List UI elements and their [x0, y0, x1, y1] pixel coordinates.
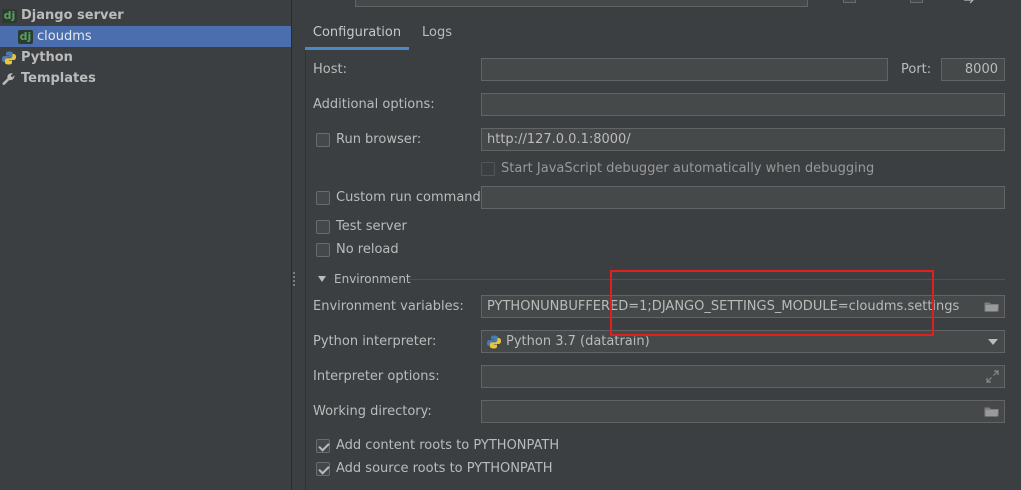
content-roots-label: Add content roots to PYTHONPATH	[336, 438, 560, 453]
django-icon: dj	[18, 29, 33, 44]
interpreter-value: Python 3.7 (datatrain)	[506, 334, 650, 349]
tab-logs[interactable]: Logs	[409, 20, 465, 50]
config-name-field[interactable]	[355, 0, 808, 7]
arrow-icon	[964, 0, 974, 4]
working-dir-label: Working directory:	[313, 404, 432, 419]
single-instance-checkbox[interactable]	[910, 0, 923, 3]
python-icon	[487, 335, 501, 349]
tree-item-python[interactable]: Python	[0, 47, 291, 68]
share-checkbox[interactable]	[843, 0, 856, 3]
tree-item-cloudms[interactable]: dj cloudms	[0, 26, 291, 47]
no-reload-checkbox[interactable]	[316, 243, 330, 257]
working-dir-input[interactable]	[481, 400, 1005, 423]
js-debugger-label: Start JavaScript debugger automatically …	[501, 161, 875, 176]
expand-icon[interactable]	[986, 370, 999, 383]
splitter-grip[interactable]	[293, 272, 296, 288]
chevron-down-icon	[988, 339, 998, 345]
source-roots-checkbox[interactable]	[316, 462, 330, 476]
run-browser-label: Run browser:	[336, 132, 422, 147]
host-label: Host:	[313, 62, 347, 77]
folder-icon[interactable]	[984, 406, 999, 417]
content-roots-checkbox[interactable]	[316, 439, 330, 453]
interpreter-options-input[interactable]	[481, 365, 1005, 388]
custom-run-input[interactable]	[481, 186, 1005, 209]
run-browser-checkbox[interactable]	[316, 133, 330, 147]
tree-item-label: Django server	[21, 8, 124, 23]
source-roots-label: Add source roots to PYTHONPATH	[336, 461, 553, 476]
host-input[interactable]	[481, 58, 888, 81]
collapse-arrow-icon[interactable]	[318, 276, 326, 282]
python-icon	[2, 51, 16, 64]
test-server-label: Test server	[336, 219, 407, 234]
env-vars-label: Environment variables:	[313, 299, 464, 314]
tree-item-label: Python	[21, 50, 73, 65]
wrench-icon	[2, 72, 15, 85]
custom-run-checkbox[interactable]	[316, 191, 330, 205]
run-config-tree: dj Django server dj cloudms Python Templ…	[0, 0, 291, 490]
tree-item-label: cloudms	[37, 29, 92, 44]
no-reload-label: No reload	[336, 242, 399, 257]
js-debugger-checkbox[interactable]	[481, 162, 495, 176]
run-browser-url-input[interactable]: http://127.0.0.1:8000/	[481, 128, 1005, 151]
django-icon: dj	[2, 8, 17, 23]
test-server-checkbox[interactable]	[316, 220, 330, 234]
highlight-box	[610, 270, 934, 336]
environment-section-label[interactable]: Environment	[334, 272, 411, 286]
tree-item-django-server[interactable]: dj Django server	[0, 5, 291, 26]
splitter[interactable]	[291, 0, 292, 490]
folder-icon[interactable]	[984, 301, 999, 312]
tree-item-label: Templates	[21, 71, 96, 86]
port-input[interactable]: 8000	[941, 58, 1005, 81]
additional-options-label: Additional options:	[313, 97, 435, 112]
additional-options-input[interactable]	[481, 93, 1005, 116]
custom-run-label: Custom run command:	[336, 190, 486, 205]
interpreter-label: Python interpreter:	[313, 334, 437, 349]
interpreter-options-label: Interpreter options:	[313, 369, 440, 384]
tab-configuration[interactable]: Configuration	[305, 20, 409, 50]
port-label: Port:	[901, 62, 932, 77]
tree-item-templates[interactable]: Templates	[0, 68, 291, 89]
